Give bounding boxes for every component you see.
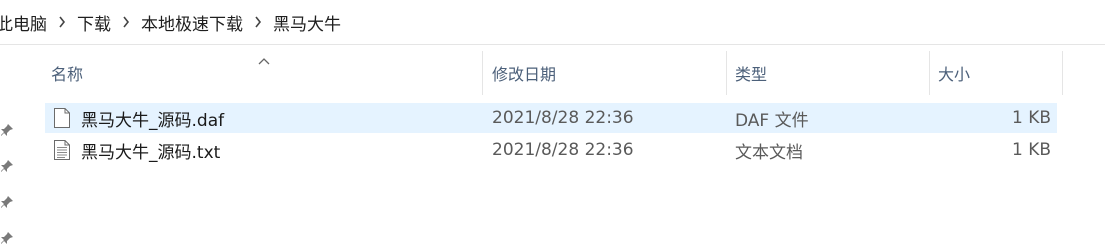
blank-file-icon — [53, 107, 71, 129]
breadcrumb-local-fast-download[interactable]: 本地极速下载 — [139, 10, 245, 35]
breadcrumb-this-pc[interactable]: 此电脑 — [0, 10, 49, 35]
file-type: 文本文档 — [735, 142, 803, 163]
column-divider[interactable] — [726, 51, 727, 95]
file-size: 1 KB — [1011, 140, 1051, 160]
column-divider[interactable] — [929, 51, 930, 95]
file-modified-date: 2021/8/28 22:36 — [492, 140, 634, 160]
breadcrumb-current-folder[interactable]: 黑马大牛 — [271, 10, 343, 35]
column-header-row: 名称 修改日期 类型 大小 — [45, 45, 1065, 101]
file-modified-date: 2021/8/28 22:36 — [492, 108, 634, 128]
text-file-icon — [53, 139, 71, 161]
column-header-size[interactable]: 大小 — [932, 45, 1062, 101]
column-header-type[interactable]: 类型 — [729, 45, 929, 101]
column-divider[interactable] — [482, 51, 483, 95]
file-row[interactable]: 黑马大牛_源码.txt 2021/8/28 22:36 文本文档 1 KB — [45, 135, 1057, 165]
pin-icon[interactable] — [0, 159, 14, 173]
file-type: DAF 文件 — [735, 110, 809, 131]
column-header-name[interactable]: 名称 — [45, 45, 482, 101]
file-row[interactable]: 黑马大牛_源码.daf 2021/8/28 22:36 DAF 文件 1 KB — [45, 103, 1057, 133]
pin-icon[interactable] — [0, 195, 14, 209]
file-name[interactable]: 黑马大牛_源码.txt — [81, 135, 220, 165]
chevron-right-icon[interactable] — [49, 16, 75, 28]
pin-icon[interactable] — [0, 123, 14, 137]
chevron-right-icon[interactable] — [113, 16, 139, 28]
column-header-modified[interactable]: 修改日期 — [486, 45, 726, 101]
column-divider[interactable] — [1062, 51, 1063, 95]
file-name[interactable]: 黑马大牛_源码.daf — [81, 103, 224, 133]
navigation-pane-edge — [0, 45, 20, 250]
pin-icon[interactable] — [0, 231, 14, 245]
chevron-right-icon[interactable] — [245, 16, 271, 28]
breadcrumb: 此电脑 下载 本地极速下载 黑马大牛 — [0, 0, 1105, 45]
breadcrumb-downloads[interactable]: 下载 — [75, 10, 113, 35]
file-size: 1 KB — [1011, 108, 1051, 128]
